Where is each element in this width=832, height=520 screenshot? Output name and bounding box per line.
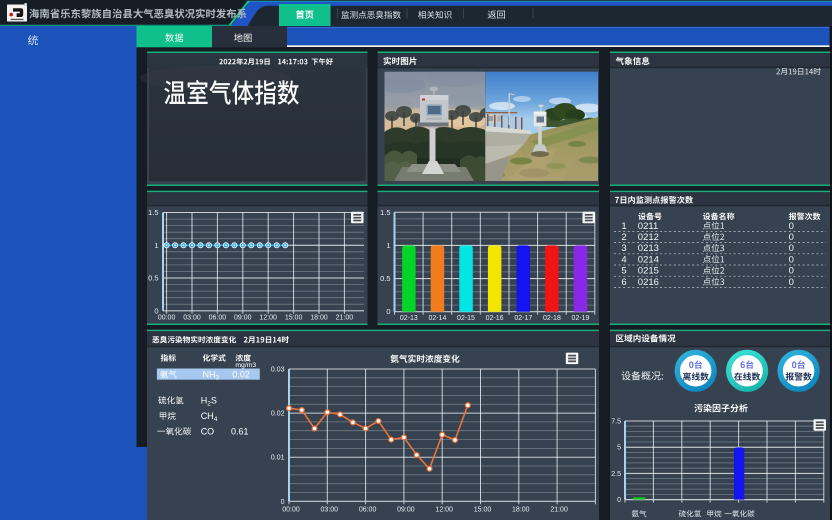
svg-text:02-14: 02-14 bbox=[428, 315, 446, 322]
svg-text:03:00: 03:00 bbox=[321, 507, 339, 514]
svg-text:0216: 0216 bbox=[638, 277, 659, 288]
svg-text:21:00: 21:00 bbox=[550, 507, 568, 514]
svg-text:1: 1 bbox=[386, 241, 390, 250]
svg-text:0: 0 bbox=[281, 499, 285, 506]
svg-text:0: 0 bbox=[789, 266, 794, 277]
svg-text:06:00: 06:00 bbox=[359, 507, 377, 514]
svg-text:09:00: 09:00 bbox=[397, 507, 415, 514]
svg-text:18:00: 18:00 bbox=[310, 315, 328, 322]
svg-text:0.02: 0.02 bbox=[232, 370, 250, 380]
svg-text:15:00: 15:00 bbox=[285, 315, 303, 322]
svg-text:0: 0 bbox=[789, 221, 794, 232]
svg-text:15:00: 15:00 bbox=[474, 507, 492, 514]
svg-text:1.5: 1.5 bbox=[148, 208, 158, 217]
svg-text:0215: 0215 bbox=[638, 266, 659, 277]
svg-text:00:00: 00:00 bbox=[158, 315, 176, 322]
svg-text:0212: 0212 bbox=[638, 232, 659, 243]
svg-text:0: 0 bbox=[789, 277, 794, 288]
svg-text:02-19: 02-19 bbox=[572, 315, 590, 322]
svg-text:02-13: 02-13 bbox=[400, 315, 418, 322]
svg-text:1: 1 bbox=[154, 241, 158, 250]
svg-text:12:00: 12:00 bbox=[259, 315, 277, 322]
svg-text:00:00: 00:00 bbox=[282, 507, 300, 514]
svg-text:0.61: 0.61 bbox=[231, 427, 249, 437]
svg-text:18:00: 18:00 bbox=[512, 507, 530, 514]
svg-text:3: 3 bbox=[621, 243, 626, 254]
svg-text:0: 0 bbox=[789, 254, 794, 265]
svg-text:0: 0 bbox=[789, 232, 794, 243]
svg-text:06:00: 06:00 bbox=[209, 315, 227, 322]
svg-text:02-17: 02-17 bbox=[514, 315, 532, 322]
svg-text:0.02: 0.02 bbox=[271, 411, 285, 418]
svg-text:7.5: 7.5 bbox=[611, 419, 621, 426]
svg-text:0211: 0211 bbox=[638, 221, 658, 232]
svg-text:02-15: 02-15 bbox=[457, 315, 475, 322]
svg-text:0: 0 bbox=[789, 243, 794, 254]
svg-text:0.01: 0.01 bbox=[271, 455, 285, 462]
svg-text:0.5: 0.5 bbox=[380, 274, 390, 283]
svg-text:1.5: 1.5 bbox=[380, 208, 390, 217]
svg-text:1: 1 bbox=[621, 221, 626, 232]
svg-text:5: 5 bbox=[617, 445, 621, 452]
svg-text:0.03: 0.03 bbox=[271, 367, 285, 374]
svg-text:0: 0 bbox=[386, 307, 390, 316]
svg-text:6: 6 bbox=[621, 277, 626, 288]
svg-text:CO: CO bbox=[201, 427, 215, 437]
svg-text:0: 0 bbox=[617, 497, 621, 504]
svg-text:0.5: 0.5 bbox=[148, 274, 158, 283]
svg-text:2.5: 2.5 bbox=[611, 471, 621, 478]
svg-text:5: 5 bbox=[621, 266, 626, 277]
svg-text:02-16: 02-16 bbox=[486, 315, 504, 322]
svg-text:12:00: 12:00 bbox=[435, 507, 453, 514]
svg-text:02-18: 02-18 bbox=[543, 315, 561, 322]
svg-text:2: 2 bbox=[621, 232, 626, 243]
svg-text:21:00: 21:00 bbox=[336, 315, 354, 322]
svg-text:09:00: 09:00 bbox=[234, 315, 252, 322]
svg-text:03:00: 03:00 bbox=[183, 315, 201, 322]
svg-text:4: 4 bbox=[621, 254, 626, 265]
svg-text:0213: 0213 bbox=[638, 243, 659, 254]
svg-text:0214: 0214 bbox=[638, 254, 659, 265]
svg-text:mg/m3: mg/m3 bbox=[235, 362, 256, 369]
